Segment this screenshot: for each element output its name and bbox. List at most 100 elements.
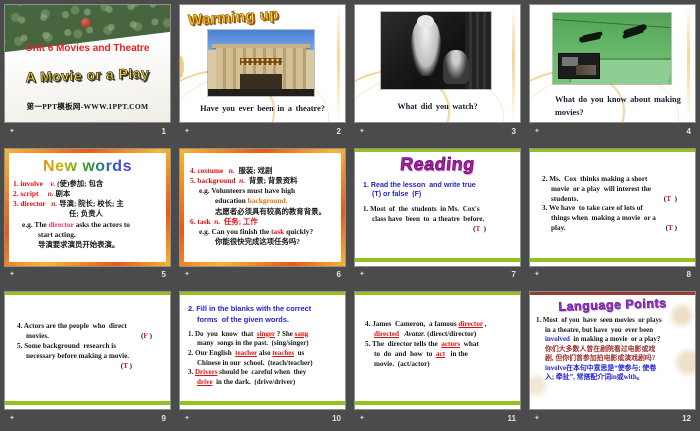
text-line: 5. background n. 背景; 背景资料 (190, 176, 339, 186)
slide-number: 6 (336, 270, 341, 280)
animation-star-icon[interactable]: ✦ (359, 414, 365, 422)
edge-decor (687, 5, 690, 122)
text-segment: ) (672, 224, 677, 233)
slide-thumbnail-1[interactable]: Unit 6 Movies and Theatre A Movie or a P… (4, 4, 171, 123)
slide-thumbnail-6[interactable]: 4. costume n. 服装; 戏剧 5. background n. 背景;… (179, 147, 346, 267)
slide-thumbnail-7[interactable]: Reading 1. Read the lesson and write tru… (354, 147, 521, 267)
text-segment: Avatar. (404, 330, 426, 339)
text-line: 剧, 但你们曾参加拍电影或演戏剧吗? (536, 354, 692, 364)
slide-thumbnail-5[interactable]: New words 1. involve v. (使)参加; 包含 2. scri… (4, 147, 171, 267)
text-segment: e.g. The (22, 219, 49, 229)
text-segment: also (257, 349, 273, 358)
text-line: e.g. Volunteers must have high (190, 186, 339, 196)
text-segment: 5. The director tells the (365, 340, 442, 349)
slide-number: 1 (161, 126, 166, 136)
green-bar-bottom (180, 401, 345, 406)
slide3-caption: What did you watch? (397, 102, 478, 111)
text-segment: 2. script (13, 188, 39, 198)
fill-blanks-exercise: 2. Fill in the blanks with the correct fo… (188, 304, 341, 387)
slide-thumbnail-2[interactable]: Warming up Have you ever been in a theat… (179, 4, 346, 123)
text-segment: teaches (272, 349, 295, 358)
text-segment: act (435, 350, 446, 359)
animation-star-icon[interactable]: ✦ (9, 271, 15, 278)
slide-thumbnail-3[interactable]: What did you watch? (354, 4, 521, 123)
animation-star-icon[interactable]: ✦ (534, 127, 540, 135)
text-segment: in making a movie or a play? (569, 336, 661, 344)
text-segment: singer (256, 329, 276, 338)
slide-number: 4 (686, 126, 691, 136)
slide-thumbnail-12[interactable]: Language Points 1. Most of you have seen… (529, 291, 696, 411)
text-segment: play. (551, 224, 566, 233)
text-segment: 1. Do you know that (188, 329, 257, 338)
red-pin-icon (81, 18, 91, 28)
slide-footer-11: ✦ 11 (354, 410, 521, 426)
slide-footer-5: ✦ 5 (4, 267, 171, 283)
text-segment: 剧, 但你们曾参加拍电影或演戏剧吗? (545, 355, 656, 363)
animation-star-icon[interactable]: ✦ (534, 271, 540, 278)
stunt-figure-left (578, 32, 602, 44)
animation-star-icon[interactable]: ✦ (184, 414, 190, 422)
slide-cell-5: New words 1. involve v. (使)参加; 包含 2. scri… (0, 144, 175, 288)
true-false-items: 2. Ms. Cox thinks making a short movie or… (542, 175, 691, 235)
slide-footer-10: ✦ 10 (179, 410, 346, 426)
text-segment: n. (235, 175, 249, 185)
green-bar-bottom (5, 401, 170, 406)
text-line: 1. Most of you have seen movies or plays (536, 316, 692, 326)
slide-footer-9: ✦ 9 (4, 410, 171, 426)
text-segment: background. (247, 196, 288, 206)
text-line: 4. James Cameron, a famous director , (365, 320, 516, 330)
reading-wordart: Reading (399, 153, 476, 174)
text-segment: n. (223, 165, 239, 175)
text-line: 3. director n. 导演; 院长; 校长; 主 (13, 199, 164, 209)
animation-star-icon[interactable]: ✦ (534, 414, 540, 422)
text-line: 5. Some background research is (17, 342, 166, 352)
text-segment: 6. task (190, 216, 211, 226)
animation-star-icon[interactable]: ✦ (359, 271, 365, 278)
animation-star-icon[interactable]: ✦ (184, 271, 190, 278)
slide-footer-1: ✦ 1 (4, 123, 171, 139)
text-segment: v. (42, 178, 58, 188)
slide-thumbnail-4[interactable]: What do you know about making movies? (529, 4, 696, 123)
text-line: 志愿者必须具有较高的教育背景。 (190, 207, 339, 217)
text-segment: 你能很快完成这项任务吗? (215, 237, 300, 247)
text-line: 导演要求演员开始表演。 (13, 240, 164, 250)
text-line: 你能很快完成这项任务吗? (190, 237, 339, 247)
text-segment: should be careful when they (217, 368, 307, 377)
slide-thumbnail-8[interactable]: 2. Ms. Cox thinks making a short movie or… (529, 147, 696, 267)
animation-star-icon[interactable]: ✦ (184, 127, 190, 135)
text-line: play.(T ) (542, 224, 691, 234)
text-line: 5. The director tells the actors what (365, 340, 516, 350)
text-segment: 导演要求演员开始表演。 (38, 239, 120, 249)
text-line: 1. Read the lesson and write true (363, 181, 516, 191)
text-segment: 志愿者必须具有较高的教育背景。 (215, 206, 326, 216)
text-segment: (使)参加; 包含 (57, 178, 104, 188)
slide-number: 11 (507, 413, 516, 423)
text-line: e.g. Can you finish the task quickly? (190, 227, 339, 237)
slide-thumbnail-10[interactable]: 2. Fill in the blanks with the correct fo… (179, 291, 346, 411)
text-segment: 3. director (13, 199, 46, 209)
text-segment: us (294, 349, 305, 358)
animation-star-icon[interactable]: ✦ (359, 127, 365, 135)
animation-star-icon[interactable]: ✦ (9, 127, 15, 135)
text-segment: task (271, 226, 285, 236)
vocabulary-list: 4. costume n. 服装; 戏剧 5. background n. 背景;… (190, 166, 339, 248)
text-segment: director (48, 219, 74, 229)
slide-sorter-view: { "canvas":{"background":"#4b4b4b","acce… (0, 0, 700, 431)
text-segment: in a theatre, but have you ever been (545, 326, 654, 334)
movie-still-photo (381, 12, 491, 89)
slide-thumbnail-9[interactable]: 4. Actors are the people who direct movie… (4, 291, 171, 411)
text-line: 6. task n. 任务; 工作 (190, 217, 339, 227)
slide-number: 9 (161, 413, 166, 423)
text-line: forms of the given words. (188, 315, 341, 325)
text-segment: in the (445, 350, 468, 359)
slide-thumbnail-11[interactable]: 4. James Cameron, a famous director , dir… (354, 291, 521, 411)
text-segment: Drivers (195, 368, 218, 377)
text-line: (T ) (363, 225, 516, 235)
text-segment: to do and how to (374, 350, 436, 359)
text-line: 2. Fill in the blanks with the correct (188, 304, 341, 314)
animation-star-icon[interactable]: ✦ (9, 414, 15, 422)
text-segment: drive (197, 378, 213, 387)
text-line: movie or a play will interest the (542, 185, 691, 195)
slide-cell-11: 4. James Cameron, a famous director , dir… (350, 287, 525, 431)
text-line: start acting. (13, 230, 164, 240)
